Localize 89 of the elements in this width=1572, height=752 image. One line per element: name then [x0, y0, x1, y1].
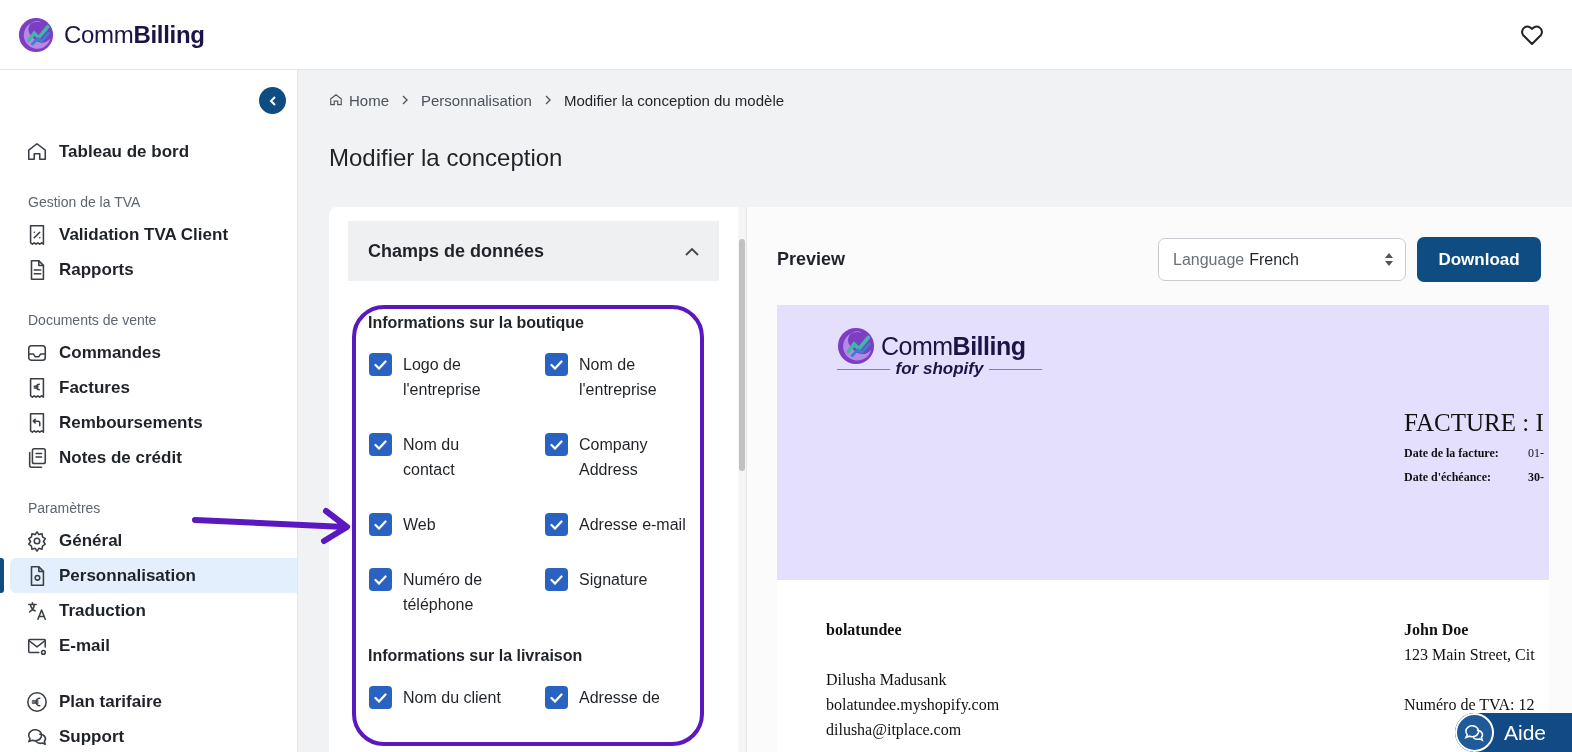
- nav-item[interactable]: Support: [10, 719, 297, 752]
- nav-item[interactable]: Notes de crédit: [10, 440, 297, 475]
- checkbox[interactable]: [545, 513, 568, 536]
- date-value: 30-: [1528, 470, 1544, 485]
- section-header[interactable]: Champs de données: [348, 221, 719, 281]
- check-icon: [374, 692, 387, 703]
- seller-detail: bolatundee.myshopify.com: [826, 695, 1000, 716]
- checkbox[interactable]: [545, 568, 568, 591]
- home-icon: [329, 93, 343, 107]
- section-heading: Documents de vente: [27, 311, 158, 330]
- scrollbar[interactable]: [738, 207, 746, 752]
- section-heading: Gestion de la TVA: [27, 193, 142, 212]
- logo-icon: [18, 16, 54, 53]
- download-button[interactable]: Download: [1417, 237, 1541, 282]
- nav-item[interactable]: E-mail: [10, 628, 297, 663]
- checkbox-label: Web: [403, 515, 437, 535]
- check-icon: [550, 359, 563, 370]
- heart-icon[interactable]: [1520, 23, 1544, 46]
- check-icon: [550, 519, 563, 530]
- checkbox[interactable]: [369, 568, 392, 591]
- checkbox-label: Nom de l'entreprise: [579, 355, 658, 400]
- checkbox[interactable]: [545, 353, 568, 376]
- checkbox[interactable]: [545, 686, 568, 709]
- checkbox-label: Signature: [579, 570, 649, 590]
- invoice-brand-name: CommBilling: [881, 331, 1026, 361]
- nav-item[interactable]: Traduction: [10, 593, 297, 628]
- checkbox[interactable]: [369, 686, 392, 709]
- checkbox-label: Nom du client: [403, 688, 502, 708]
- section-heading: Paramètres: [27, 499, 102, 518]
- checkbox-label: Adresse de: [579, 688, 661, 708]
- help-button[interactable]: Aide: [1455, 713, 1572, 752]
- checkbox[interactable]: [369, 353, 392, 376]
- translate-icon: [26, 599, 48, 622]
- logo-icon: [837, 327, 875, 365]
- nav-item[interactable]: Factures: [10, 370, 297, 405]
- euro-icon: [26, 690, 48, 713]
- group-title: Informations sur la livraison: [368, 647, 584, 666]
- updown-caret-icon: [1385, 253, 1393, 266]
- date-label: Date d'échéance:: [1404, 470, 1492, 485]
- active-indicator: [0, 558, 4, 593]
- nav-item[interactable]: Rapports: [10, 252, 297, 287]
- check-icon: [374, 574, 387, 585]
- page-title: Modifier la conception: [329, 144, 564, 173]
- brand-name: CommBilling: [64, 20, 205, 49]
- check-icon: [550, 692, 563, 703]
- chat-icon: [1463, 722, 1486, 743]
- chevron-icon: [401, 95, 409, 105]
- notes-icon: [26, 446, 48, 469]
- checkbox-label: Numéro de téléphone: [403, 570, 484, 615]
- checkbox-label: Nom du contact: [403, 435, 461, 480]
- check-icon: [550, 439, 563, 450]
- nav-item[interactable]: Remboursements: [10, 405, 297, 440]
- checkbox-label: Logo de l'entreprise: [403, 355, 482, 400]
- date-value: 01-: [1528, 446, 1544, 461]
- checkbox[interactable]: [545, 433, 568, 456]
- breadcrumb-link[interactable]: Home: [349, 91, 389, 109]
- chevron-icon: [267, 94, 278, 107]
- nav-item[interactable]: Commandes: [10, 335, 297, 370]
- check-icon: [374, 439, 387, 450]
- checkbox[interactable]: [369, 433, 392, 456]
- check-icon: [550, 574, 563, 585]
- tagline: for shopify: [895, 359, 984, 379]
- buyer-detail: 123 Main Street, Cit: [1404, 645, 1536, 665]
- checkbox-label: Company Address: [579, 435, 649, 480]
- checkbox[interactable]: [369, 513, 392, 536]
- checkbox-label: Adresse e-mail: [579, 515, 687, 535]
- invoice-heading: FACTURE : I: [1404, 409, 1545, 437]
- nav-item[interactable]: Personnalisation: [10, 558, 297, 593]
- collapse-button[interactable]: [259, 87, 286, 114]
- nav-item[interactable]: Plan tarifaire: [10, 684, 297, 719]
- buyer-name: John Doe: [1404, 620, 1470, 640]
- seller-detail: dilusha@itplace.com: [826, 720, 963, 741]
- preview-title: Preview: [777, 249, 847, 270]
- date-label: Date de la facture:: [1404, 446, 1500, 461]
- buyer-detail: Numéro de TVA: 12: [1404, 695, 1536, 715]
- chevron-icon: [685, 246, 699, 256]
- nav-item[interactable]: Validation TVA Client: [10, 217, 297, 252]
- group-title: Informations sur la boutique: [368, 314, 585, 333]
- check-icon: [374, 359, 387, 370]
- settings-icon: [26, 529, 48, 552]
- chevron-icon: [543, 95, 552, 105]
- seller-name: bolatundee: [826, 620, 903, 640]
- nav-item[interactable]: Général: [10, 523, 297, 558]
- breadcrumb-link[interactable]: Personnalisation: [421, 91, 532, 109]
- seller-detail: Dilusha Madusank: [826, 670, 948, 690]
- nav-item[interactable]: Tableau de bord: [10, 134, 297, 169]
- language-select[interactable]: Language French: [1158, 238, 1406, 281]
- home-icon: [26, 140, 48, 163]
- check-icon: [374, 519, 387, 530]
